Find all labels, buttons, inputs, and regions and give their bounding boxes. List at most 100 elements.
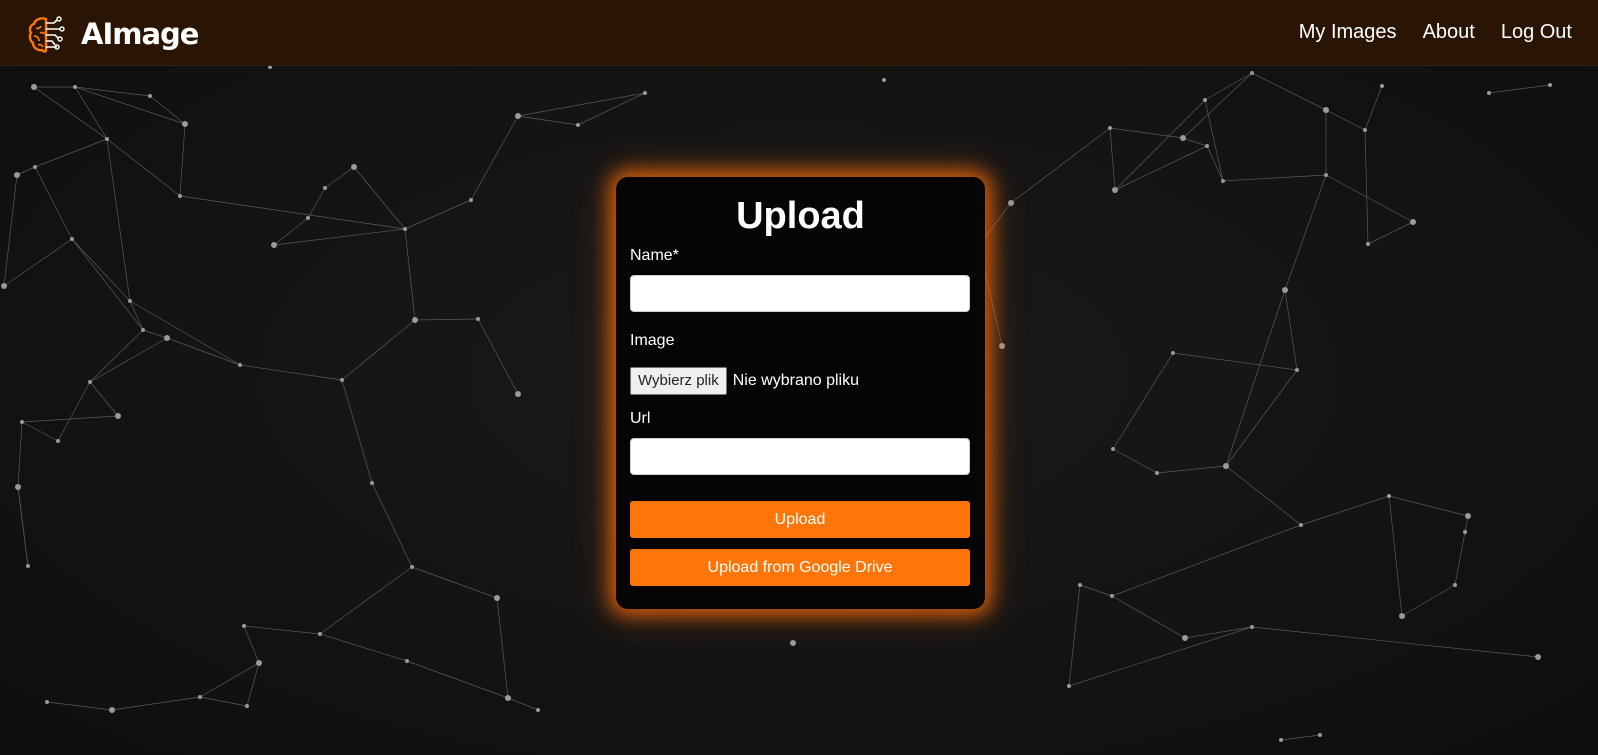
network-line <box>1367 221 1414 245</box>
network-node <box>242 624 246 628</box>
network-line <box>414 318 479 321</box>
network-line <box>353 166 406 230</box>
network-line <box>246 662 260 707</box>
network-node <box>70 237 74 241</box>
network-line <box>1364 85 1383 131</box>
network-line <box>1454 531 1466 586</box>
network-node <box>141 328 145 332</box>
network-line <box>1284 289 1298 371</box>
navbar: AImage My Images About Log Out <box>0 0 1598 66</box>
network-node <box>88 380 92 384</box>
network-line <box>179 123 186 197</box>
network-line <box>57 381 91 442</box>
network-node <box>469 198 473 202</box>
network-line <box>142 329 168 339</box>
network-line <box>179 195 406 230</box>
network-line <box>319 633 408 662</box>
network-node <box>1295 368 1299 372</box>
network-node <box>1155 471 1159 475</box>
brand-name: AImage <box>81 17 199 51</box>
network-line <box>1112 448 1158 474</box>
upload-title: Upload <box>736 195 865 237</box>
network-line <box>341 319 416 381</box>
network-line <box>1251 72 1327 111</box>
network-line <box>1184 626 1253 639</box>
network-node <box>505 695 511 701</box>
upload-card: Upload Name* Image Wybierz plik Nie wybr… <box>616 177 985 609</box>
network-node <box>403 227 407 231</box>
network-node <box>1067 684 1071 688</box>
network-node <box>1387 494 1391 498</box>
nav-links: My Images About Log Out <box>1273 21 1572 44</box>
network-line <box>1112 352 1174 450</box>
network-node <box>1111 447 1115 451</box>
network-node <box>1366 242 1370 246</box>
nav-about[interactable]: About <box>1423 21 1475 44</box>
network-line <box>324 166 355 189</box>
network-line <box>411 566 498 599</box>
network-line <box>106 138 181 197</box>
network-line <box>1109 127 1116 191</box>
url-input[interactable] <box>630 438 970 475</box>
network-node <box>576 123 580 127</box>
network-line <box>1206 145 1224 182</box>
network-line <box>1225 465 1302 526</box>
network-line <box>1182 72 1253 139</box>
network-line <box>404 199 472 230</box>
network-line <box>470 115 519 201</box>
network-line <box>1401 584 1456 617</box>
network-line <box>199 662 260 698</box>
network-line <box>243 625 260 664</box>
network-line <box>166 337 241 366</box>
network-line <box>1300 495 1390 526</box>
network-line <box>1225 289 1286 467</box>
nav-log-out[interactable]: Log Out <box>1501 21 1572 44</box>
network-node <box>1465 513 1471 519</box>
network-node <box>1363 128 1367 132</box>
network-node <box>1110 594 1114 598</box>
network-node <box>164 335 170 341</box>
network-node <box>1535 654 1541 660</box>
network-node <box>1487 91 1491 95</box>
network-line <box>3 238 73 287</box>
nav-my-images[interactable]: My Images <box>1299 21 1397 44</box>
network-node <box>1 283 7 289</box>
network-line <box>1114 145 1208 191</box>
network-node <box>105 137 109 141</box>
network-line <box>1325 109 1366 131</box>
network-line <box>1156 465 1227 474</box>
network-node <box>148 94 152 98</box>
network-node <box>318 632 322 636</box>
choose-file-button[interactable]: Wybierz plik <box>630 367 727 395</box>
name-input[interactable] <box>630 275 970 312</box>
network-node <box>1171 351 1175 355</box>
network-line <box>243 625 321 635</box>
network-node <box>128 299 132 303</box>
network-line <box>1010 127 1111 204</box>
network-line <box>1388 495 1403 617</box>
network-node <box>1205 144 1209 148</box>
network-line <box>1204 99 1224 182</box>
network-line <box>111 696 201 711</box>
network-node <box>1078 583 1082 587</box>
network-line <box>3 174 18 287</box>
network-line <box>46 701 113 711</box>
network-node <box>109 707 115 713</box>
network-line <box>34 138 108 168</box>
network-node <box>1008 200 1014 206</box>
upload-google-drive-button[interactable]: Upload from Google Drive <box>630 549 970 586</box>
upload-button[interactable]: Upload <box>630 501 970 538</box>
network-line <box>129 300 241 366</box>
network-line <box>507 697 539 711</box>
network-line <box>1364 129 1369 245</box>
network-line <box>1251 626 1539 658</box>
network-node <box>410 565 414 569</box>
network-line <box>34 166 73 240</box>
network-node <box>1279 738 1283 742</box>
network-line <box>74 86 151 97</box>
network-node <box>1223 463 1229 469</box>
network-node <box>515 391 521 397</box>
network-node <box>494 595 500 601</box>
brand[interactable]: AImage <box>27 14 199 54</box>
network-line <box>496 597 509 699</box>
